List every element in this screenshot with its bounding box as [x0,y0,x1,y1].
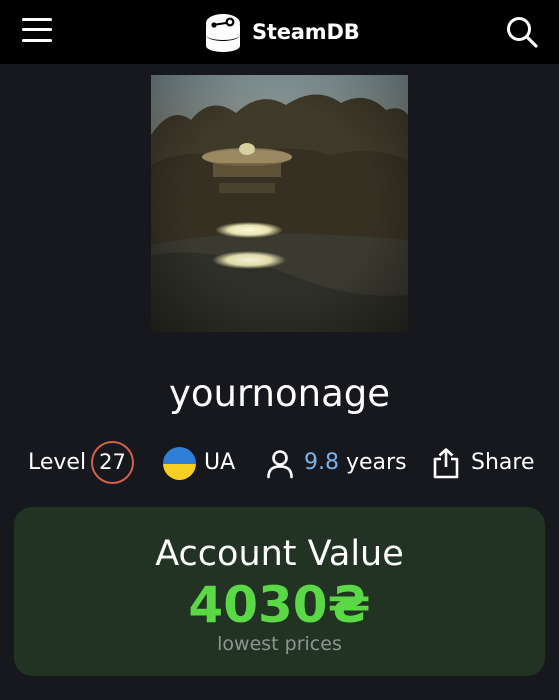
level-label: Level [28,450,87,475]
account-value-title: Account Value [155,534,404,574]
top-navigation-bar: SteamDB [0,0,559,64]
account-age-number: 9.8 [304,450,339,475]
profile-username: yournonage [168,372,390,415]
avatar-image [151,75,408,332]
user-icon [267,450,293,479]
steamdb-logo-icon [206,14,240,52]
search-icon[interactable] [505,15,539,49]
account-age-unit: years [346,450,407,475]
share-label: Share [471,450,535,475]
hamburger-menu-icon[interactable] [22,15,54,45]
share-button[interactable]: Share [432,438,535,488]
logo-text: SteamDB [252,20,360,44]
account-value-note: lowest prices [217,633,342,655]
steamdb-logo-link[interactable]: SteamDB [202,10,360,54]
country-code[interactable]: UA [204,438,235,488]
profile-meta-row: Level 27 UA 9.8 years Share [0,438,559,488]
ukraine-flag-icon [163,447,196,480]
account-value-card: Account Value 4030₴ lowest prices [14,507,545,676]
level-badge[interactable]: 27 [91,441,134,484]
account-value-amount: 4030₴ [188,576,371,634]
account-age: 9.8 years [304,438,407,488]
profile-avatar [151,75,408,332]
share-icon [433,448,459,479]
